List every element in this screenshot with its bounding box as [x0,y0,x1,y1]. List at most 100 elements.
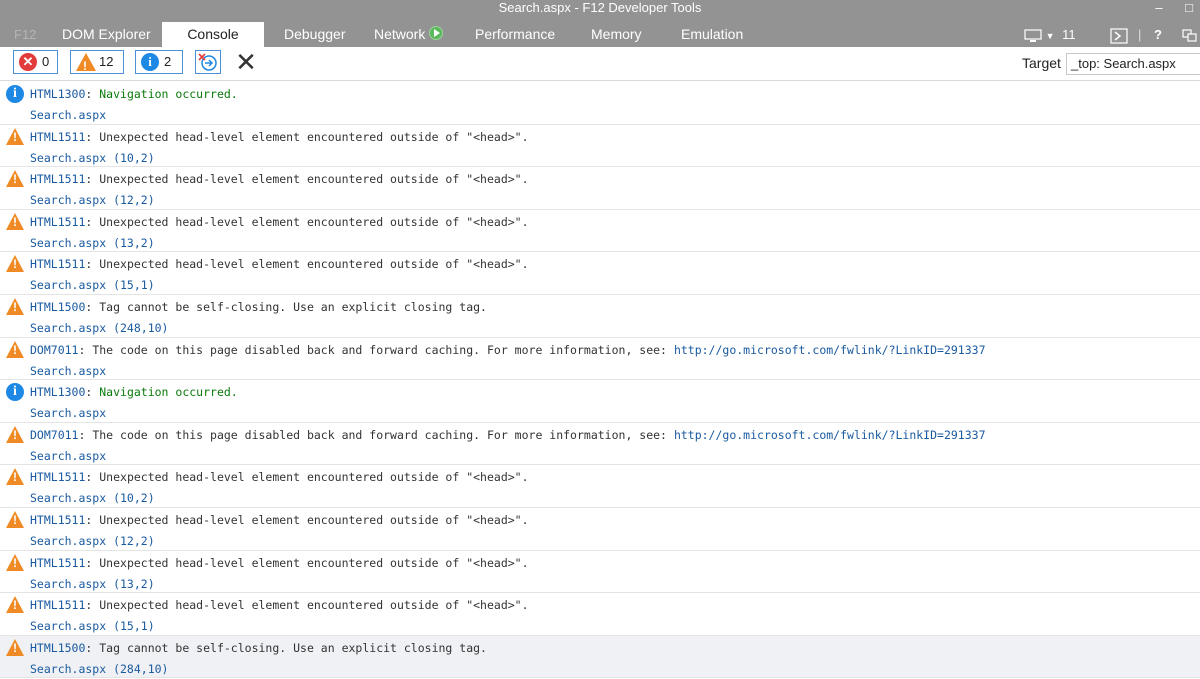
warnings-filter-button[interactable]: ! 12 [70,50,124,74]
clear-on-navigate-button[interactable] [195,50,221,74]
source-link[interactable]: Search.aspx (284,10) [30,660,168,678]
source-link[interactable]: Search.aspx (12,2) [30,532,155,550]
help-button[interactable]: ? [1154,22,1162,47]
help-link[interactable]: http://go.microsoft.com/fwlink/?LinkID=2… [674,343,986,357]
entry-message-line: HTML1500: Tag cannot be self-closing. Us… [30,299,487,314]
source-link[interactable]: Search.aspx (13,2) [30,234,155,252]
tab-console[interactable]: Console [162,22,264,47]
source-link[interactable]: Search.aspx (13,2) [30,575,155,593]
console-entry[interactable]: ! HTML1511: Unexpected head-level element… [0,593,1200,636]
console-prompt-icon [1110,27,1128,44]
message-text: Tag cannot be self-closing. Use an expli… [99,640,487,655]
undock-icon [1182,28,1197,42]
source-link[interactable]: Search.aspx [30,106,106,124]
warning-icon: ! [6,638,24,657]
message-text: Unexpected head-level element encountere… [99,129,529,144]
message-text: Navigation occurred. [99,385,238,400]
console-entry[interactable]: ! HTML1511: Unexpected head-level element… [0,551,1200,594]
message-text: Navigation occurred. [99,87,238,101]
source-link[interactable]: Search.aspx [30,404,106,422]
console-entry[interactable]: ! DOM7011: The code on this page disabled… [0,423,1200,466]
warning-icon: ! [6,297,24,316]
message-code: HTML1500 [30,640,86,655]
console-entry[interactable]: ! DOM7011: The code on this page disabled… [0,338,1200,381]
source-link[interactable]: Search.aspx (15,1) [30,276,155,294]
message-text: The code on this page disabled back and … [92,427,667,442]
window-title: Search.aspx - F12 Developer Tools [498,0,702,15]
message-text: Unexpected head-level element encountere… [99,555,529,570]
browser-version-selector[interactable]: ▼ 11 [1024,22,1076,47]
tab-performance[interactable]: Performance [475,22,555,47]
source-link[interactable]: Search.aspx (248,10) [30,319,168,337]
dropdown-arrow-icon: ▼ [1045,31,1055,41]
source-link[interactable]: Search.aspx (10,2) [30,489,155,507]
errors-count: 0 [42,54,50,69]
warnings-count: 12 [99,54,114,69]
tab-network[interactable]: Network [374,22,444,47]
console-entry[interactable]: ! HTML1511: Unexpected head-level element… [0,252,1200,295]
entry-message-line: HTML1300: Navigation occurred. [30,385,238,400]
message-text: Tag cannot be self-closing. Use an expli… [99,299,487,314]
tab-emulation[interactable]: Emulation [681,22,743,47]
console-toolbar: ✕ 0 ! 12 i 2 [0,47,1200,81]
tab-debugger[interactable]: Debugger [284,22,346,47]
monitor-icon [1024,28,1042,42]
entry-message-line: HTML1511: Unexpected head-level element … [30,172,529,187]
console-entry[interactable]: ! HTML1511: Unexpected head-level element… [0,167,1200,210]
maximize-button[interactable]: □ [1178,0,1200,18]
source-link[interactable]: Search.aspx (10,2) [30,149,155,167]
message-code: DOM7011 [30,427,79,442]
source-link[interactable]: Search.aspx (15,1) [30,617,155,635]
entry-message-line: HTML1511: Unexpected head-level element … [30,129,529,144]
info-filter-button[interactable]: i 2 [135,50,183,74]
warning-icon: ! [76,53,96,73]
message-code: HTML1500 [30,299,86,314]
console-entry[interactable]: ! HTML1511: Unexpected head-level element… [0,210,1200,253]
console-entry[interactable]: i HTML1300: Navigation occurred. Search.as… [0,82,1200,125]
message-code: HTML1511 [30,214,86,229]
entry-message-line: HTML1511: Unexpected head-level element … [30,598,529,613]
console-entry[interactable]: i HTML1300: Navigation occurred. Search.as… [0,380,1200,423]
entry-message-line: HTML1511: Unexpected head-level element … [30,470,529,485]
console-toggle-button[interactable] [1110,22,1128,47]
message-code: HTML1511 [30,172,86,187]
console-entry[interactable]: ! HTML1511: Unexpected head-level element… [0,465,1200,508]
warning-icon: ! [6,212,24,231]
source-link[interactable]: Search.aspx (12,2) [30,191,155,209]
minimize-button[interactable]: – [1148,0,1170,18]
entry-message-line: HTML1511: Unexpected head-level element … [30,512,529,527]
undock-button[interactable] [1182,22,1198,47]
info-icon: i [6,85,24,103]
message-text: Unexpected head-level element encountere… [99,172,529,187]
tab-network-label: Network [374,26,426,42]
toolbar-divider: | [1138,27,1142,42]
console-entry[interactable]: ! HTML1500: Tag cannot be self-closing. U… [0,635,1200,679]
message-code: HTML1511 [30,257,86,272]
help-link[interactable]: http://go.microsoft.com/fwlink/?LinkID=2… [674,428,986,442]
source-link[interactable]: Search.aspx [30,447,106,465]
console-entry[interactable]: ! HTML1511: Unexpected head-level element… [0,125,1200,168]
warning-icon: ! [6,510,24,529]
message-code: HTML1300 [30,87,86,101]
network-play-icon [429,26,444,40]
browser-version: 11 [1062,27,1076,42]
tab-memory[interactable]: Memory [591,22,642,47]
console-output: i HTML1300: Navigation occurred. Search.as… [0,82,1200,679]
console-entry[interactable]: ! HTML1511: Unexpected head-level element… [0,508,1200,551]
title-bar: Search.aspx - F12 Developer Tools – □ F1… [0,0,1200,47]
source-link[interactable]: Search.aspx [30,362,106,380]
message-code: DOM7011 [30,342,79,357]
tab-dom-explorer[interactable]: DOM Explorer [62,22,151,47]
entry-message-line: DOM7011: The code on this page disabled … [30,342,986,357]
message-text: Unexpected head-level element encountere… [99,598,529,613]
target-select[interactable]: _top: Search.aspx [1066,53,1200,75]
console-entry[interactable]: ! HTML1500: Tag cannot be self-closing. U… [0,295,1200,338]
f12-label: F12 [14,27,37,42]
message-code: HTML1511 [30,512,86,527]
warning-icon: ! [6,425,24,444]
entry-message-line: DOM7011: The code on this page disabled … [30,427,986,442]
errors-filter-button[interactable]: ✕ 0 [13,50,58,74]
message-code: HTML1511 [30,555,86,570]
clear-console-button[interactable]: ✕ [234,49,258,75]
entry-message-line: HTML1511: Unexpected head-level element … [30,257,529,272]
